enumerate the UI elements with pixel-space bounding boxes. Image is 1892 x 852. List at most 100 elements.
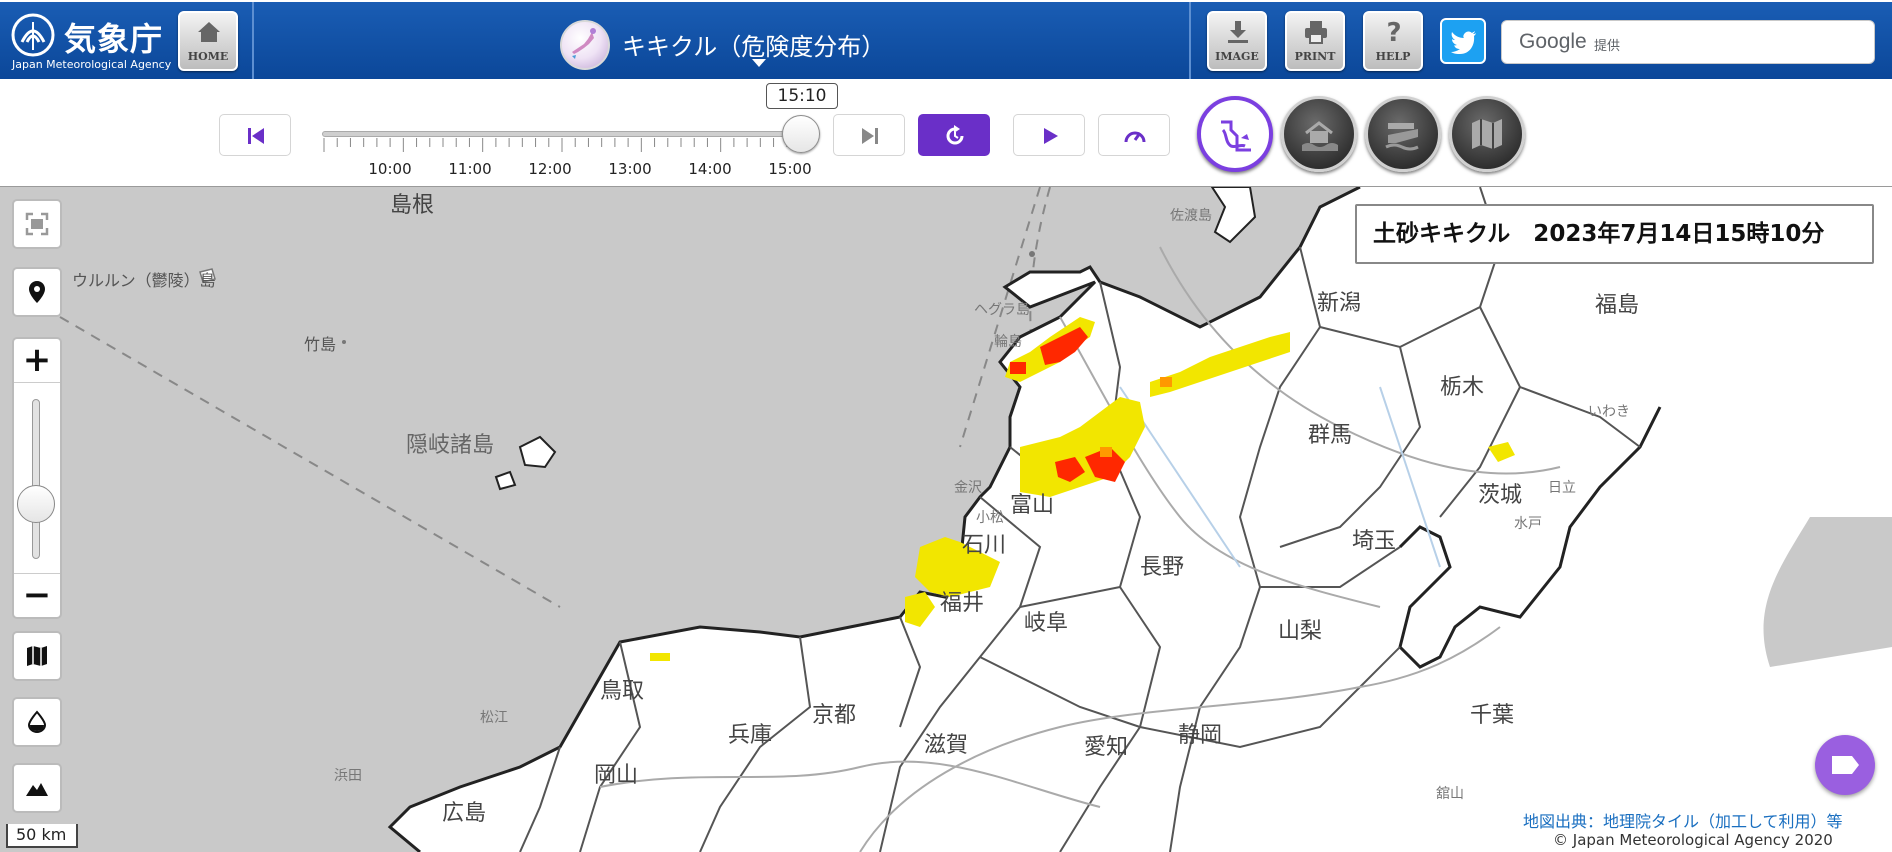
jma-logo[interactable]: 気象庁 Japan Meteorological Agency <box>6 10 171 74</box>
search-placeholder: 提供 <box>1594 39 1621 54</box>
home-icon <box>198 22 220 42</box>
skip-back-icon <box>248 128 264 144</box>
map-label: 石川 <box>962 533 1007 558</box>
help-label: HELP <box>1375 50 1411 63</box>
map-label: 松江 <box>480 710 508 726</box>
map-label: 愛知 <box>1084 735 1129 760</box>
map-label: 広島 <box>442 801 487 826</box>
map-label: 滋賀 <box>924 733 969 758</box>
fullscreen-button[interactable] <box>12 199 62 249</box>
map-label: 栃木 <box>1440 375 1485 400</box>
title-selector[interactable]: キキクル（危険度分布） <box>560 18 900 70</box>
print-label: PRINT <box>1294 50 1336 63</box>
landslide-mode-button[interactable] <box>1197 96 1273 172</box>
map-label: 福島 <box>1595 293 1640 318</box>
map-label: 山梨 <box>1278 619 1323 644</box>
search-input[interactable]: Google 提供 <box>1501 20 1875 64</box>
map-label: 群馬 <box>1308 423 1353 448</box>
zoom-slider-knob[interactable] <box>17 485 55 523</box>
home-button[interactable]: HOME <box>178 11 238 71</box>
tick-label: 10:00 <box>368 160 412 178</box>
tick-label: 14:00 <box>688 160 732 178</box>
map-label: ウルルン（鬱陵）島 <box>72 271 216 290</box>
inundation-mode-button[interactable] <box>1281 96 1357 172</box>
skip-forward-icon <box>862 128 878 144</box>
fullscreen-icon <box>25 212 49 236</box>
map-label: 岡山 <box>594 763 639 788</box>
terrain-layer-button[interactable] <box>12 763 62 813</box>
folded-map-icon <box>1472 119 1502 149</box>
risk-map[interactable]: 福島 新潟 栃木 群馬 茨城 埼玉 長野 山梨 千葉 静岡 愛知 岐阜 富山 石… <box>0 187 1892 852</box>
refresh-icon <box>946 125 964 145</box>
map-label: 隠岐諸島 <box>406 433 495 458</box>
logo-subtext: Japan Meteorological Agency <box>12 58 172 71</box>
map-label: 兵庫 <box>728 723 773 748</box>
map-label: 茨城 <box>1478 483 1523 508</box>
last-frame-button[interactable] <box>833 114 905 156</box>
play-icon <box>1044 128 1058 144</box>
zoom-slider-track[interactable] <box>32 399 40 559</box>
map-label: 埼玉 <box>1352 529 1397 554</box>
speedometer-icon <box>1124 131 1146 143</box>
map-label: 富山 <box>1010 493 1055 518</box>
map-attribution-link[interactable]: 地図出典：地理院タイル（加工して利用）等 <box>1515 808 1892 831</box>
time-slider-thumb[interactable] <box>782 115 820 153</box>
map-label: 金沢 <box>954 480 982 496</box>
tick-label: 11:00 <box>448 160 492 178</box>
flood-mode-button[interactable] <box>1365 96 1441 172</box>
help-button[interactable]: ? HELP <box>1363 11 1423 71</box>
map-label: 長野 <box>1140 555 1185 580</box>
map-label: ヘグラ島 <box>974 302 1030 318</box>
map-label: いわき <box>1588 404 1630 420</box>
first-frame-button[interactable] <box>219 114 291 156</box>
map-label: 日立 <box>1548 480 1576 496</box>
map-label: 岐阜 <box>1024 611 1069 636</box>
time-slider-track[interactable] <box>322 131 802 137</box>
printer-icon <box>1305 21 1327 44</box>
header-bar: 気象庁 Japan Meteorological Agency HOME キキク… <box>0 0 1892 81</box>
label-tag-icon <box>1832 756 1859 774</box>
print-button[interactable]: PRINT <box>1285 11 1345 71</box>
tick-label: 12:00 <box>528 160 572 178</box>
map-label: 鳥取 <box>600 679 645 704</box>
scale-bar: 50 km <box>6 824 78 848</box>
play-button[interactable] <box>1013 114 1085 156</box>
map-label: 佐渡島 <box>1170 208 1212 224</box>
home-label: HOME <box>187 50 229 63</box>
image-download-button[interactable]: IMAGE <box>1207 11 1267 71</box>
copyright-text: © Japan Meteorological Agency 2020 <box>1545 831 1892 852</box>
logo-text: 気象庁 <box>64 20 164 58</box>
river-layer-button[interactable] <box>12 697 62 747</box>
map-info-title: 土砂キキクル 2023年7月14日15時10分 <box>1355 204 1874 264</box>
location-pin-icon <box>29 281 45 303</box>
map-mode-button[interactable] <box>1449 96 1525 172</box>
google-logo: Google <box>1519 30 1587 53</box>
speed-button[interactable] <box>1098 114 1170 156</box>
kikikuru-app: 気象庁 Japan Meteorological Agency HOME キキク… <box>0 0 1892 852</box>
legend-button[interactable] <box>1815 735 1875 795</box>
map-label: 輪島 <box>994 334 1022 350</box>
map-label: 島根 <box>390 193 435 218</box>
zoom-in-button[interactable]: + <box>14 339 60 383</box>
tick-label: 15:00 <box>768 160 812 178</box>
river-flood-icon <box>1385 123 1419 151</box>
map-label: 浜田 <box>334 768 362 784</box>
water-drop-icon <box>27 710 47 734</box>
twitter-bird-icon <box>1451 31 1476 54</box>
current-location-button[interactable] <box>12 267 62 317</box>
folded-map-icon <box>27 646 47 666</box>
zoom-out-button[interactable]: − <box>14 573 60 617</box>
twitter-share-button[interactable] <box>1440 18 1486 64</box>
chevron-down-icon <box>752 59 766 67</box>
mountain-icon <box>26 783 48 796</box>
time-toolbar: 15:10 10:00 11:00 12:00 13:00 14:00 15:0… <box>0 79 1892 187</box>
map-label: 京都 <box>812 703 857 728</box>
base-map-button[interactable] <box>12 631 62 681</box>
time-slider-ticks <box>323 138 801 152</box>
map-label: 水戸 <box>1514 516 1542 532</box>
header-divider <box>1189 2 1191 81</box>
latest-refresh-button[interactable] <box>918 114 990 156</box>
image-label: IMAGE <box>1215 50 1259 63</box>
download-icon <box>1228 21 1248 43</box>
map-label: 竹島 <box>304 335 337 354</box>
